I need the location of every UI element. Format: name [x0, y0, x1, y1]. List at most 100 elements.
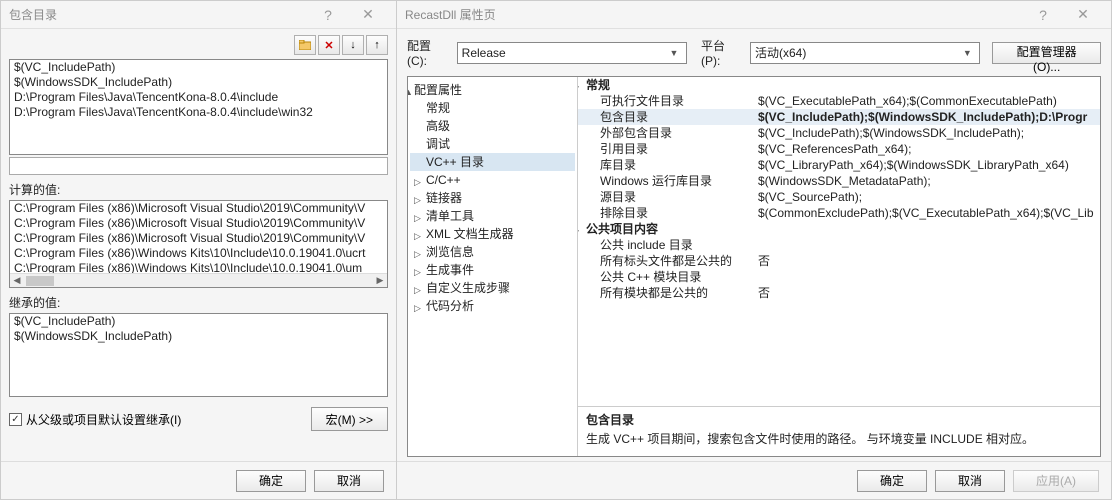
inherit-label[interactable]: 从父级或项目默认设置继承(I) [26, 411, 181, 428]
property-row[interactable]: 外部包含目录$(VC_IncludePath);$(WindowsSDK_Inc… [578, 125, 1100, 141]
platform-combo[interactable]: 活动(x64) ▼ [750, 42, 980, 64]
property-row[interactable]: 引用目录$(VC_ReferencesPath_x64); [578, 141, 1100, 157]
tree-item[interactable]: ▷自定义生成步骤 [410, 279, 575, 297]
property-value[interactable]: $(CommonExcludePath);$(VC_ExecutablePath… [758, 205, 1100, 221]
tree-item[interactable]: 调试 [410, 135, 575, 153]
property-key: 包含目录 [578, 109, 758, 125]
property-value[interactable]: $(VC_ExecutablePath_x64);$(CommonExecuta… [758, 93, 1100, 109]
tree[interactable]: ▲配置属性 常规高级调试VC++ 目录▷C/C++▷链接器▷清单工具▷XML 文… [408, 77, 578, 456]
scroll-right-icon[interactable]: ▶ [373, 275, 387, 287]
config-row: 配置(C): Release ▼ 平台(P): 活动(x64) ▼ 配置管理器(… [397, 29, 1111, 72]
close-icon[interactable]: ✕ [1063, 2, 1103, 28]
property-group[interactable]: ▾常规 [578, 77, 1100, 93]
property-row[interactable]: 所有模块都是公共的否 [578, 285, 1100, 301]
cancel-button[interactable]: 取消 [935, 470, 1005, 492]
tree-item[interactable]: 高级 [410, 117, 575, 135]
chevron-down-icon: ▼ [666, 48, 682, 58]
tree-item[interactable]: ▷代码分析 [410, 297, 575, 315]
titlebar-right: RecastDll 属性页 ? ✕ [397, 1, 1111, 29]
scrollbar-horizontal[interactable]: ◀ ▶ [10, 273, 387, 287]
list-item[interactable]: $(VC_IncludePath) [10, 60, 387, 75]
paths-list[interactable]: $(VC_IncludePath) $(WindowsSDK_IncludePa… [9, 59, 388, 155]
tree-item[interactable]: ▷C/C++ [410, 171, 575, 189]
calculated-list[interactable]: C:\Program Files (x86)\Microsoft Visual … [9, 200, 388, 288]
tree-root-label: 配置属性 [414, 83, 462, 97]
group-name: 公共项目内容 [586, 222, 658, 236]
property-row[interactable]: 库目录$(VC_LibraryPath_x64);$(WindowsSDK_Li… [578, 157, 1100, 173]
property-row[interactable]: 排除目录$(CommonExcludePath);$(VC_Executable… [578, 205, 1100, 221]
property-key: 外部包含目录 [578, 125, 758, 141]
tree-item-label: 高级 [426, 119, 450, 133]
config-manager-button[interactable]: 配置管理器(O)... [992, 42, 1101, 64]
calculated-label: 计算的值: [9, 181, 388, 198]
config-combo[interactable]: Release ▼ [457, 42, 687, 64]
new-folder-icon[interactable] [294, 35, 316, 55]
property-value[interactable]: 否 [758, 285, 1100, 301]
property-value[interactable]: $(VC_LibraryPath_x64);$(WindowsSDK_Libra… [758, 157, 1100, 173]
chevron-down-icon: ▼ [959, 48, 975, 58]
cancel-button[interactable]: 取消 [314, 470, 384, 492]
macros-button[interactable]: 宏(M) >> [311, 407, 388, 431]
property-key: 可执行文件目录 [578, 93, 758, 109]
close-icon[interactable]: ✕ [348, 2, 388, 28]
move-up-icon[interactable]: ↑ [366, 35, 388, 55]
tree-item-label: C/C++ [426, 173, 461, 187]
property-grid[interactable]: ▾常规可执行文件目录$(VC_ExecutablePath_x64);$(Com… [578, 77, 1100, 406]
help-icon[interactable]: ? [1023, 2, 1063, 28]
tree-item-label: 浏览信息 [426, 245, 474, 259]
property-value[interactable] [758, 269, 1100, 285]
property-value[interactable]: $(VC_IncludePath);$(WindowsSDK_IncludePa… [758, 109, 1100, 125]
tree-item[interactable]: ▷XML 文档生成器 [410, 225, 575, 243]
inherit-checkbox[interactable]: ✓ [9, 413, 22, 426]
tree-root[interactable]: ▲配置属性 [410, 81, 575, 99]
property-value[interactable] [758, 237, 1100, 253]
property-row[interactable]: 源目录$(VC_SourcePath); [578, 189, 1100, 205]
delete-icon[interactable]: ✕ [318, 35, 340, 55]
ok-button[interactable]: 确定 [857, 470, 927, 492]
property-group[interactable]: ▾公共项目内容 [578, 221, 1100, 237]
inherited-label: 继承的值: [9, 294, 388, 311]
tree-item[interactable]: ▷浏览信息 [410, 243, 575, 261]
tree-item[interactable]: ▷链接器 [410, 189, 575, 207]
config-label: 配置(C): [407, 37, 451, 68]
property-value[interactable]: $(VC_IncludePath);$(WindowsSDK_IncludePa… [758, 125, 1100, 141]
property-key: 公共 include 目录 [578, 237, 758, 253]
move-down-icon[interactable]: ↓ [342, 35, 364, 55]
tri-right-icon: ▷ [414, 282, 421, 298]
list-item: C:\Program Files (x86)\Windows Kits\10\I… [10, 246, 387, 261]
main-content: ▲配置属性 常规高级调试VC++ 目录▷C/C++▷链接器▷清单工具▷XML 文… [407, 76, 1101, 457]
inherit-row: ✓ 从父级或项目默认设置继承(I) 宏(M) >> [9, 407, 388, 431]
apply-button[interactable]: 应用(A) [1013, 470, 1099, 492]
property-value[interactable]: $(WindowsSDK_MetadataPath); [758, 173, 1100, 189]
tree-item-label: 清单工具 [426, 209, 474, 223]
property-row[interactable]: 公共 C++ 模块目录 [578, 269, 1100, 285]
property-row[interactable]: 公共 include 目录 [578, 237, 1100, 253]
list-item: $(WindowsSDK_IncludePath) [10, 329, 387, 344]
tree-item[interactable]: 常规 [410, 99, 575, 117]
property-value[interactable]: $(VC_SourcePath); [758, 189, 1100, 205]
property-value[interactable]: $(VC_ReferencesPath_x64); [758, 141, 1100, 157]
left-body: ✕ ↓ ↑ $(VC_IncludePath) $(WindowsSDK_Inc… [1, 29, 396, 461]
inherited-list[interactable]: $(VC_IncludePath) $(WindowsSDK_IncludePa… [9, 313, 388, 397]
new-path-input[interactable] [9, 157, 388, 175]
tree-item[interactable]: VC++ 目录 [410, 153, 575, 171]
property-row[interactable]: 包含目录$(VC_IncludePath);$(WindowsSDK_Inclu… [578, 109, 1100, 125]
property-row[interactable]: 可执行文件目录$(VC_ExecutablePath_x64);$(Common… [578, 93, 1100, 109]
tree-item[interactable]: ▷ 清单工具 [410, 207, 575, 225]
property-row[interactable]: 所有标头文件都是公共的否 [578, 253, 1100, 269]
scroll-thumb[interactable] [26, 276, 54, 286]
list-item[interactable]: D:\Program Files\Java\TencentKona-8.0.4\… [10, 90, 387, 105]
property-value[interactable]: 否 [758, 253, 1100, 269]
ok-button[interactable]: 确定 [236, 470, 306, 492]
platform-label: 平台(P): [701, 37, 744, 68]
list-item[interactable]: $(WindowsSDK_IncludePath) [10, 75, 387, 90]
property-row[interactable]: Windows 运行库目录$(WindowsSDK_MetadataPath); [578, 173, 1100, 189]
tree-item[interactable]: ▷生成事件 [410, 261, 575, 279]
help-icon[interactable]: ? [308, 2, 348, 28]
tree-item-label: VC++ 目录 [426, 155, 484, 169]
tree-item-label: 代码分析 [426, 299, 474, 313]
list-item[interactable]: D:\Program Files\Java\TencentKona-8.0.4\… [10, 105, 387, 120]
scroll-left-icon[interactable]: ◀ [10, 275, 24, 287]
footer-right: 确定 取消 应用(A) [397, 461, 1111, 499]
tri-right-icon: ▷ [414, 210, 421, 226]
